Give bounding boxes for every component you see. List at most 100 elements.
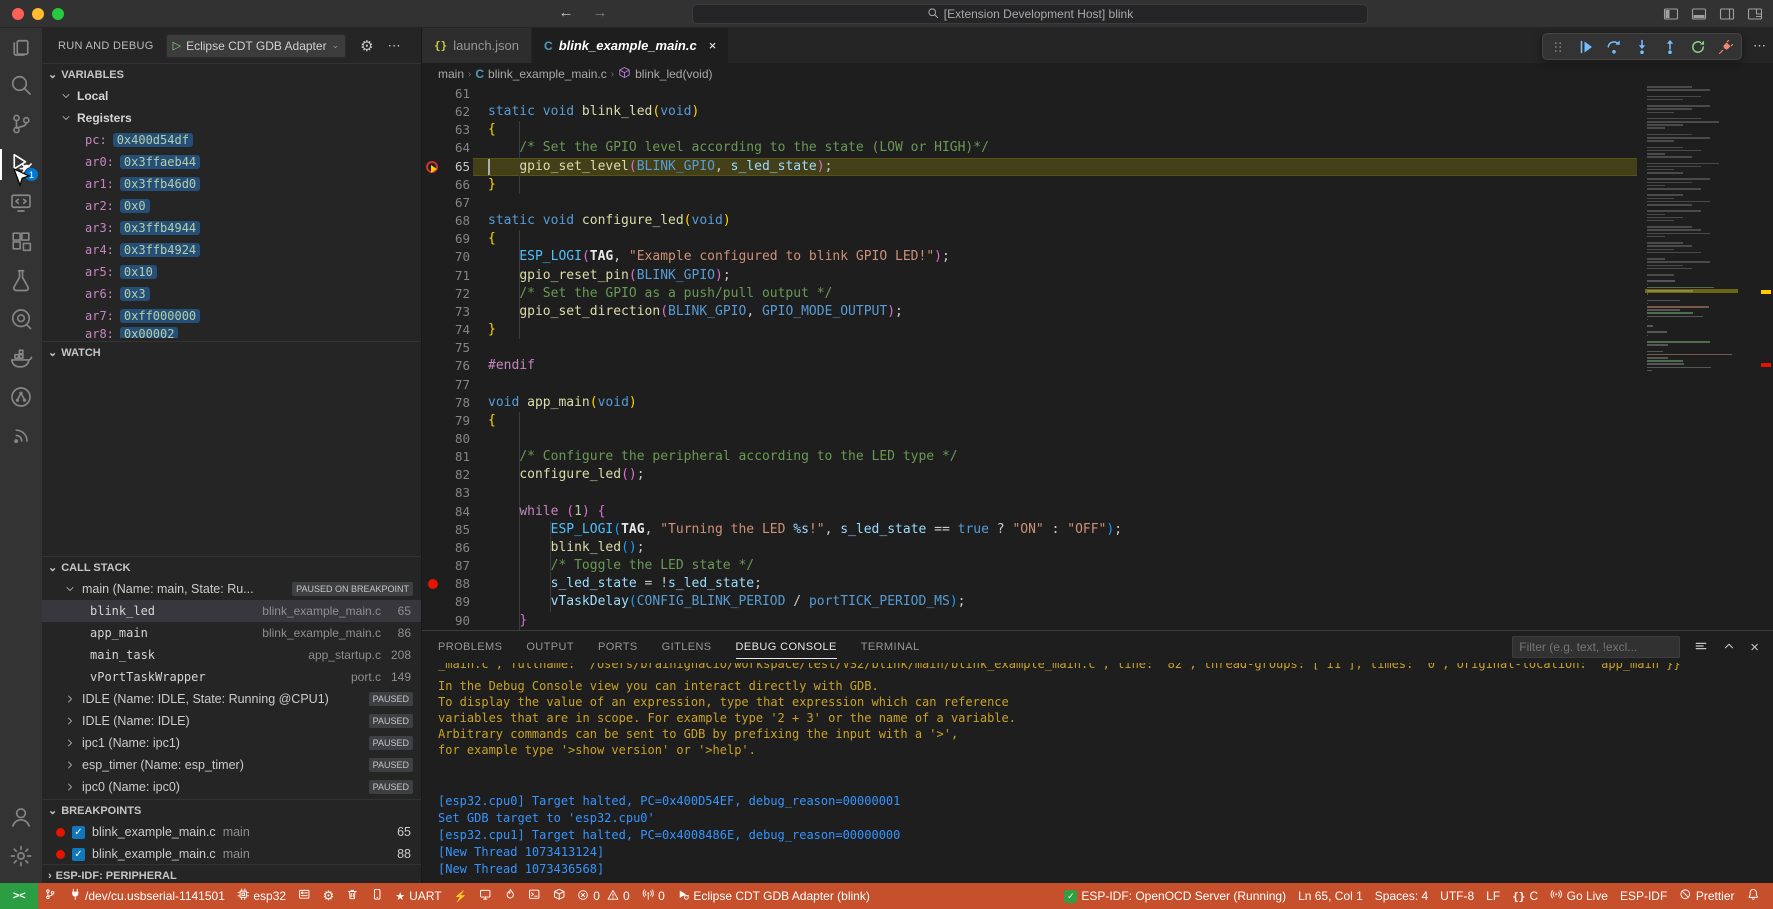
- breakpoint-checkbox[interactable]: ✓: [72, 848, 85, 861]
- layout-sidebar-left-icon[interactable]: [1663, 6, 1679, 25]
- code-line-61[interactable]: 61: [422, 85, 1773, 103]
- status-c[interactable]: {}C: [1506, 883, 1544, 909]
- overview-ruler[interactable]: [1738, 85, 1773, 630]
- layout-sidebar-right-icon[interactable]: [1719, 6, 1735, 25]
- status-lf[interactable]: LF: [1480, 883, 1506, 909]
- activity-item-espressif[interactable]: [0, 418, 42, 457]
- status-eclipse-cdt-gdb-adapter-blink[interactable]: Eclipse CDT GDB Adapter (blink): [671, 883, 876, 909]
- status-go-live[interactable]: Go Live: [1544, 883, 1614, 909]
- status-spaces-4[interactable]: Spaces: 4: [1369, 883, 1434, 909]
- activity-item-explorer[interactable]: [0, 28, 42, 67]
- status-gear[interactable]: ⚙: [317, 883, 341, 909]
- code-editor[interactable]: 6162static void blink_led(void)63{64 /* …: [422, 85, 1773, 630]
- code-line-64[interactable]: 64 /* Set the GPIO level according to th…: [422, 139, 1773, 157]
- status-bell[interactable]: [1741, 883, 1766, 909]
- code-line-81[interactable]: 81 /* Configure the peripheral according…: [422, 448, 1773, 466]
- callstack-frame[interactable]: main_taskapp_startup.c208: [42, 644, 421, 666]
- activity-item-search[interactable]: [0, 67, 42, 106]
- register-row-ar8[interactable]: ar8:0x00002: [42, 327, 421, 338]
- toolbar-drag-handle[interactable]: [1547, 36, 1569, 58]
- code-line-89[interactable]: 89 vTaskDelay(CONFIG_BLINK_PERIOD / port…: [422, 593, 1773, 611]
- variables-group-local[interactable]: Local: [42, 85, 421, 107]
- breakpoint-row[interactable]: ✓ blink_example_main.cmain 65: [42, 821, 421, 843]
- activity-item-settings[interactable]: [0, 838, 42, 877]
- breadcrumb-item[interactable]: blink_led(void): [618, 66, 712, 82]
- panel-tab-problems[interactable]: PROBLEMS: [438, 631, 502, 663]
- code-line-68[interactable]: 68static void configure_led(void): [422, 212, 1773, 230]
- step-over-button[interactable]: [1603, 36, 1625, 58]
- register-row-ar5[interactable]: ar5:0x10: [42, 261, 421, 283]
- step-out-button[interactable]: [1659, 36, 1681, 58]
- maximize-panel-icon[interactable]: [1722, 639, 1736, 656]
- call-stack-section-header[interactable]: ⌄ CALL STACK: [42, 556, 421, 578]
- disconnect-button[interactable]: [1715, 36, 1737, 58]
- code-line-66[interactable]: 66}: [422, 176, 1773, 194]
- status-flame[interactable]: [498, 883, 523, 909]
- code-line-79[interactable]: 79{: [422, 412, 1773, 430]
- register-row-ar6[interactable]: ar6:0x3: [42, 283, 421, 305]
- debug-settings-gear-icon[interactable]: ⚙: [360, 37, 373, 55]
- status-ln-65-col-1[interactable]: Ln 65, Col 1: [1292, 883, 1369, 909]
- variables-group-registers[interactable]: Registers: [42, 107, 421, 129]
- panel-tab-gitlens[interactable]: GITLENS: [662, 631, 712, 663]
- register-row-pc[interactable]: pc:0x400d54df: [42, 129, 421, 151]
- restart-button[interactable]: [1687, 36, 1709, 58]
- status-mobile[interactable]: [365, 883, 390, 909]
- panel-tab-debug-console[interactable]: DEBUG CONSOLE: [736, 631, 837, 663]
- code-line-76[interactable]: 76#endif: [422, 357, 1773, 375]
- breadcrumb-item[interactable]: main: [438, 67, 464, 81]
- register-row-ar0[interactable]: ar0:0x3ffaeb44: [42, 151, 421, 173]
- activity-item-testing[interactable]: [0, 262, 42, 301]
- code-line-67[interactable]: 67: [422, 194, 1773, 212]
- breakpoints-section-header[interactable]: ⌄ BREAKPOINTS: [42, 799, 421, 821]
- minimap[interactable]: [1645, 85, 1738, 630]
- layout-panel-icon[interactable]: [1691, 6, 1707, 25]
- code-line-74[interactable]: 74}: [422, 321, 1773, 339]
- activity-item-source-control[interactable]: [0, 106, 42, 145]
- zoom-window-button[interactable]: [52, 8, 64, 20]
- status-dev-cu-usbserial-1141501[interactable]: /dev/cu.usbserial-1141501: [63, 883, 231, 909]
- code-line-86[interactable]: 86 blink_led();: [422, 539, 1773, 557]
- code-line-85[interactable]: 85 ESP_LOGI(TAG, "Turning the LED %s!", …: [422, 521, 1773, 539]
- register-row-ar2[interactable]: ar2:0x0: [42, 195, 421, 217]
- code-line-82[interactable]: 82 configure_led();: [422, 466, 1773, 484]
- register-row-ar3[interactable]: ar3:0x3ffb4944: [42, 217, 421, 239]
- code-line-90[interactable]: 90 }: [422, 612, 1773, 630]
- launch-config-dropdown[interactable]: ▷ Eclipse CDT GDB Adapter ⌄: [166, 34, 347, 58]
- code-line-78[interactable]: 78void app_main(void): [422, 394, 1773, 412]
- callstack-thread[interactable]: IDLE (Name: IDLE)PAUSED: [42, 710, 421, 732]
- breakpoint-row[interactable]: ✓ blink_example_main.cmain 88: [42, 843, 421, 865]
- status-branch[interactable]: [38, 883, 63, 909]
- panel-tab-terminal[interactable]: TERMINAL: [861, 631, 920, 663]
- status-esp-idf-openocd-server-running[interactable]: ✓ESP-IDF: OpenOCD Server (Running): [1058, 883, 1292, 909]
- close-window-button[interactable]: [12, 8, 24, 20]
- code-line-63[interactable]: 63{: [422, 121, 1773, 139]
- status-uart[interactable]: ★UART: [389, 883, 447, 909]
- activity-item-gitlens[interactable]: [0, 301, 42, 340]
- current-line-breakpoint-icon[interactable]: [426, 161, 438, 173]
- register-row-ar7[interactable]: ar7:0xff000000: [42, 305, 421, 327]
- breadcrumb-item[interactable]: Cblink_example_main.c: [475, 67, 606, 81]
- code-line-65[interactable]: 65 gpio_set_level(BLINK_GPIO, s_led_stat…: [422, 158, 1773, 176]
- callstack-thread[interactable]: IDLE (Name: IDLE, State: Running @CPU1)P…: [42, 688, 421, 710]
- callstack-thread[interactable]: main (Name: main, State: Ru...PAUSED ON …: [42, 578, 421, 600]
- code-line-62[interactable]: 62static void blink_led(void): [422, 103, 1773, 121]
- command-center-search[interactable]: [Extension Development Host] blink: [692, 4, 1368, 24]
- debug-console-output[interactable]: _main.c', fullname: '/Users/brainignacio…: [438, 663, 1749, 883]
- problems-status[interactable]: 00: [571, 883, 635, 909]
- register-row-ar4[interactable]: ar4:0x3ffb4924: [42, 239, 421, 261]
- panel-tab-ports[interactable]: PORTS: [598, 631, 638, 663]
- status-utf-8[interactable]: UTF-8: [1434, 883, 1480, 909]
- status-package[interactable]: [547, 883, 572, 909]
- callstack-frame[interactable]: blink_ledblink_example_main.c65: [42, 600, 421, 622]
- code-line-75[interactable]: 75: [422, 339, 1773, 357]
- activity-item-extensions[interactable]: [0, 223, 42, 262]
- editor-tab-launch.json[interactable]: {} launch.json: [422, 28, 532, 63]
- filter-options-icon[interactable]: [1694, 639, 1708, 656]
- activity-item-accounts[interactable]: [0, 799, 42, 838]
- nav-forward-icon[interactable]: →: [590, 4, 610, 21]
- close-panel-icon[interactable]: ×: [1750, 639, 1759, 656]
- code-line-70[interactable]: 70 ESP_LOGI(TAG, "Example configured to …: [422, 248, 1773, 266]
- status-display[interactable]: [473, 883, 498, 909]
- continue-button[interactable]: [1575, 36, 1597, 58]
